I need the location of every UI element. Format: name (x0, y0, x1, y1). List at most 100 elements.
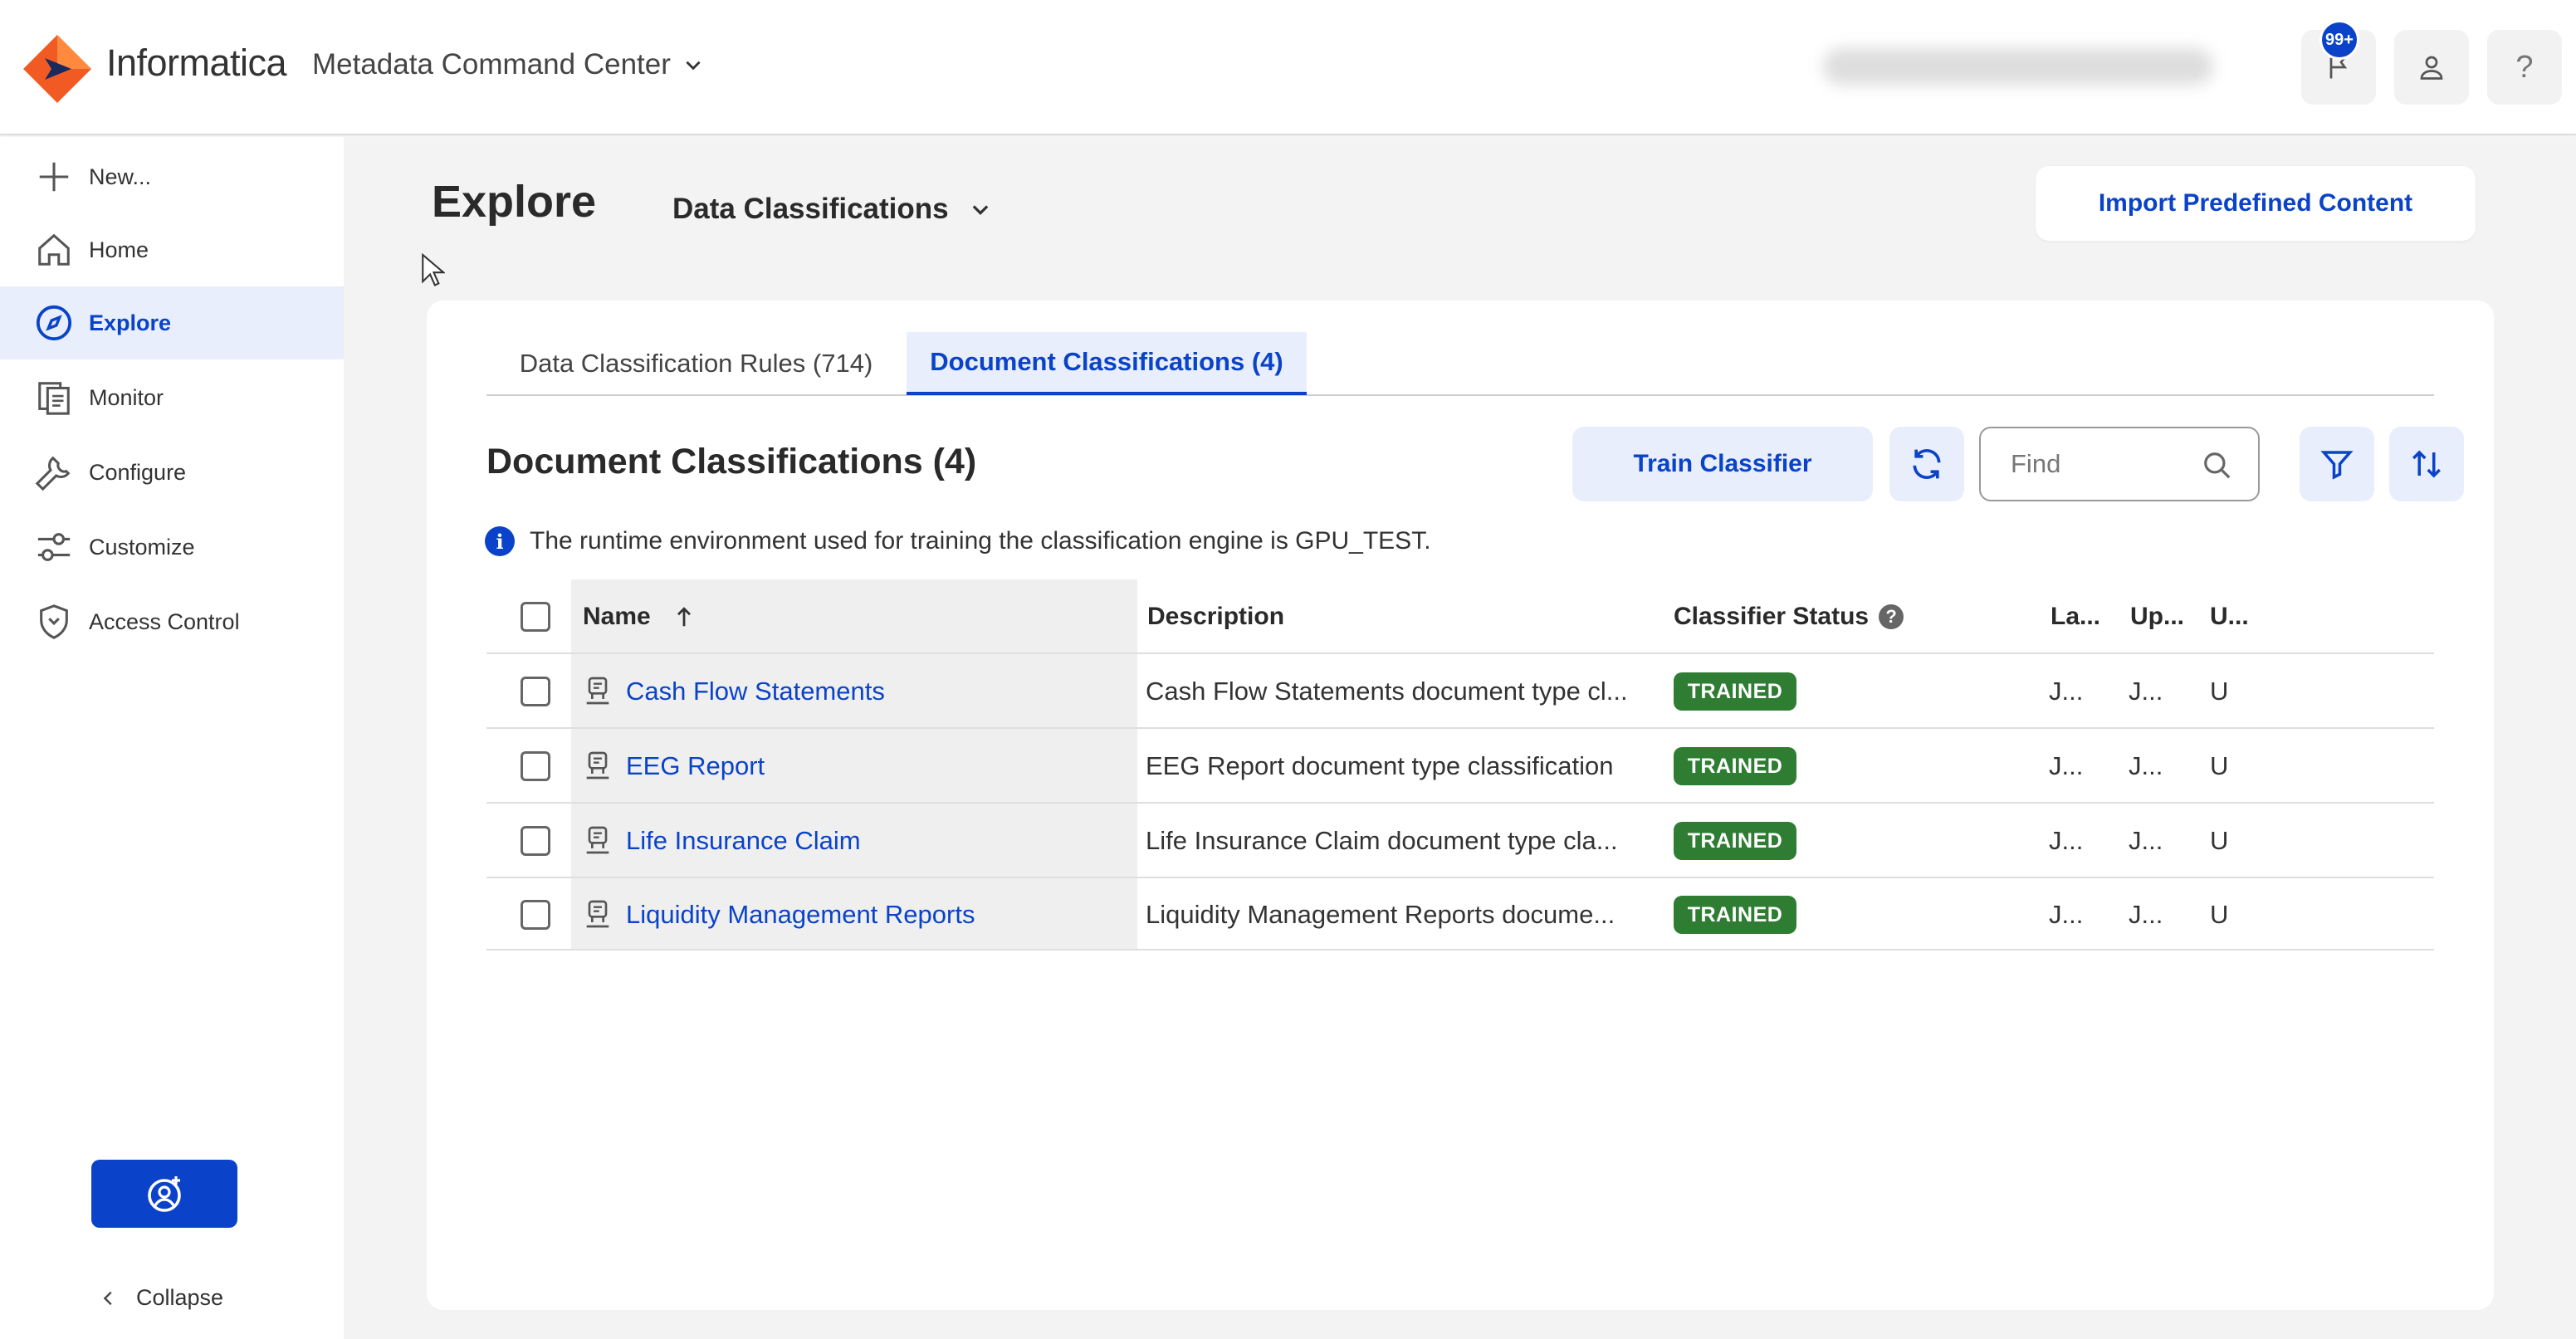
shield-icon (35, 603, 73, 641)
plus-icon (35, 158, 73, 196)
home-icon (35, 231, 73, 269)
document-classifier-icon (581, 674, 614, 707)
row-description: Cash Flow Statements document type cl... (1146, 677, 1628, 706)
row-last: J... (2049, 751, 2084, 780)
row-divider (486, 877, 2434, 878)
status-badge: TRAINED (1674, 896, 1796, 934)
sidebar-item-access-control[interactable]: Access Control (0, 585, 344, 658)
sidebar-item-label: Home (89, 237, 149, 262)
chevron-down-icon (969, 198, 992, 221)
column-header-label: Classifier Status (1674, 603, 1870, 630)
import-predefined-content-button[interactable]: Import Predefined Content (2036, 166, 2476, 241)
app-switcher[interactable]: Metadata Command Center (312, 48, 704, 81)
filter-button[interactable] (2300, 427, 2374, 501)
help-button[interactable]: ? (2487, 30, 2562, 105)
train-classifier-button[interactable]: Train Classifier (1572, 427, 1873, 501)
tab-document-classifications[interactable]: Document Classifications (4) (907, 332, 1307, 395)
wrench-icon (35, 453, 73, 491)
sort-button[interactable] (2389, 427, 2464, 501)
help-icon[interactable]: ? (1879, 604, 1904, 629)
arrow-up-icon (676, 605, 692, 628)
filter-icon (2319, 447, 2354, 481)
find-field[interactable] (1979, 427, 2260, 501)
informatica-logo-icon[interactable] (22, 33, 93, 105)
collapse-label: Collapse (136, 1285, 224, 1310)
row-checkbox[interactable] (521, 751, 550, 781)
row-checkbox[interactable] (521, 826, 550, 856)
row-description: Liquidity Management Reports docume... (1146, 900, 1615, 929)
info-text: The runtime environment used for trainin… (530, 527, 1431, 555)
question-icon: ? (2515, 49, 2534, 85)
page-title: Explore (432, 177, 597, 227)
row-updated: J... (2129, 751, 2163, 780)
refresh-icon (1909, 446, 1945, 482)
sidebar-item-label: Access Control (89, 608, 240, 634)
row-last: J... (2049, 826, 2084, 855)
row-divider (486, 802, 2434, 804)
top-header: Informatica Metadata Command Center 99+ … (0, 0, 2576, 135)
documents-icon (35, 379, 73, 417)
column-header-name[interactable]: Name (583, 603, 692, 631)
row-description: Life Insurance Claim document type cla..… (1146, 826, 1618, 855)
tab-data-classification-rules[interactable]: Data Classification Rules (714) (486, 332, 906, 395)
app-name: Metadata Command Center (312, 48, 671, 81)
header-divider (486, 652, 2434, 654)
row-divider (486, 727, 2434, 729)
info-message: i The runtime environment used for train… (485, 526, 1431, 556)
column-header-last[interactable]: La... (2051, 603, 2100, 631)
asset-type-label: Data Classifications (672, 193, 949, 225)
assistant-button[interactable] (91, 1160, 237, 1228)
row-name-link[interactable]: Liquidity Management Reports (626, 900, 975, 930)
column-header-description[interactable]: Description (1147, 603, 1284, 631)
row-checkbox[interactable] (521, 900, 550, 930)
sort-icon (2409, 447, 2444, 481)
column-header-user[interactable]: U... (2210, 603, 2249, 631)
status-badge: TRAINED (1674, 822, 1796, 860)
status-badge: TRAINED (1674, 747, 1796, 785)
row-name-link[interactable]: Life Insurance Claim (626, 826, 861, 856)
asset-type-dropdown[interactable]: Data Classifications (672, 193, 992, 226)
search-icon[interactable] (2202, 450, 2233, 481)
column-header-updated[interactable]: Up... (2130, 603, 2184, 631)
row-updated: J... (2129, 826, 2163, 855)
section-title: Document Classifications (4) (486, 442, 977, 481)
row-user: U (2210, 677, 2229, 706)
sidebar-item-new[interactable]: New... (0, 140, 344, 213)
row-updated: J... (2129, 900, 2163, 929)
document-classifier-icon (581, 823, 614, 857)
sidebar-item-label: Configure (89, 459, 187, 485)
row-user: U (2210, 900, 2229, 929)
mouse-cursor-icon (420, 252, 445, 289)
sidebar-item-configure[interactable]: Configure (0, 436, 344, 509)
chevron-down-icon (682, 54, 704, 76)
sidebar: New... Home Explore Monitor Configure Cu… (0, 137, 344, 1339)
table-bottom-divider (486, 949, 2434, 950)
row-name-link[interactable]: Cash Flow Statements (626, 677, 885, 706)
user-account-blurred (1823, 48, 2213, 85)
column-header-classifier-status[interactable]: Classifier Status ? (1674, 603, 1904, 631)
sidebar-item-customize[interactable]: Customize (0, 511, 344, 584)
collapse-button[interactable]: Collapse (100, 1285, 223, 1311)
sidebar-item-label: New... (89, 164, 152, 189)
chevron-left-icon (100, 1288, 118, 1309)
row-updated: J... (2129, 677, 2163, 706)
row-name-link[interactable]: EEG Report (626, 751, 765, 781)
row-last: J... (2049, 900, 2084, 929)
document-classifier-icon (581, 897, 614, 931)
select-all-checkbox[interactable] (521, 602, 550, 632)
user-icon (2417, 52, 2446, 82)
info-icon: i (485, 526, 515, 556)
sidebar-item-label: Monitor (89, 384, 164, 410)
sidebar-item-label: Customize (89, 534, 195, 560)
sidebar-item-explore[interactable]: Explore (0, 286, 344, 359)
assistant-icon (144, 1174, 184, 1214)
sliders-icon (35, 528, 73, 566)
refresh-button[interactable] (1889, 427, 1964, 501)
sidebar-item-home[interactable]: Home (0, 213, 344, 286)
row-checkbox[interactable] (521, 677, 550, 706)
user-profile-button[interactable] (2394, 30, 2469, 105)
find-input[interactable] (2011, 449, 2185, 479)
status-badge: TRAINED (1674, 672, 1796, 711)
sidebar-item-monitor[interactable]: Monitor (0, 361, 344, 434)
brand-name: Informatica (106, 42, 287, 84)
